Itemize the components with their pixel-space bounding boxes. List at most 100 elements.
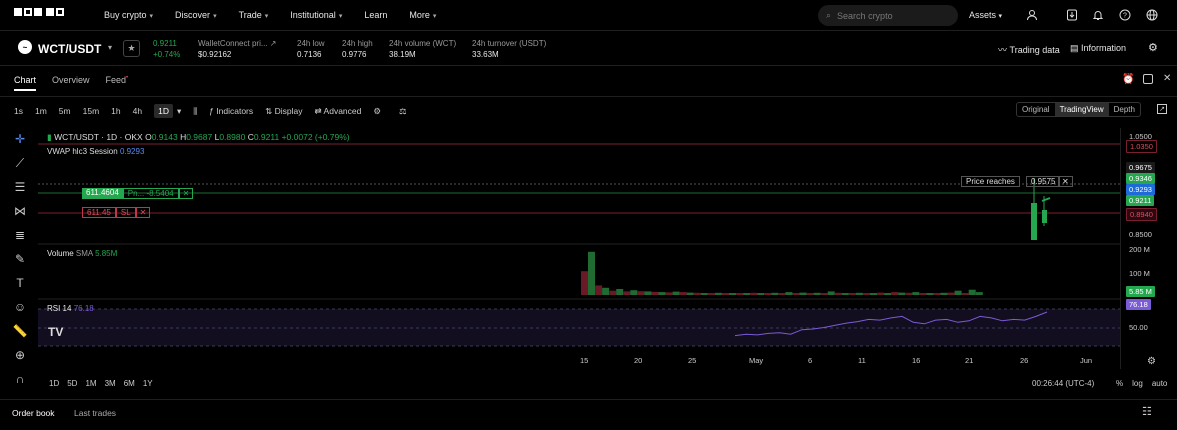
project-info-block[interactable]: WalletConnect pri... ↗ $0.92162 [198, 38, 276, 60]
globe-icon[interactable] [1145, 8, 1159, 22]
interval-15m[interactable]: 15m [83, 106, 100, 116]
brush-icon[interactable]: ✎ [15, 252, 25, 267]
magnet-icon[interactable]: ∩ [16, 372, 25, 387]
information-button[interactable]: ▤ Information [1070, 43, 1126, 54]
pair-selector[interactable]: WCT/USDT [38, 42, 101, 56]
help-icon[interactable]: ? [1118, 8, 1132, 22]
mode-original[interactable]: Original [1017, 103, 1055, 116]
gear-icon[interactable]: ⚙ [373, 106, 381, 117]
nav-institutional[interactable]: Institutional ▾ [290, 10, 342, 20]
interval-1d[interactable]: 1D [154, 104, 173, 118]
low-block: 24h low 0.7136 [297, 38, 325, 60]
favorite-star-button[interactable]: ★ [123, 40, 140, 57]
nav-learn[interactable]: Learn [364, 10, 387, 20]
emoji-icon[interactable]: ☺ [14, 300, 26, 315]
zoom-in-icon[interactable]: ⊕ [15, 348, 25, 363]
chevron-down-icon[interactable]: ▾ [108, 43, 112, 52]
nav-trade[interactable]: Trade ▾ [239, 10, 269, 20]
vwap-tag: 0.9293 [1126, 184, 1155, 195]
pattern-icon[interactable]: ⋈ [14, 204, 26, 219]
close-icon[interactable]: ✕ [135, 207, 151, 218]
assets-menu[interactable]: Assets ▾ [969, 10, 1002, 20]
close-icon[interactable]: ✕ [1058, 176, 1073, 187]
tab-chart[interactable]: Chart [14, 75, 37, 91]
trendline-icon[interactable]: ⟋ [16, 156, 24, 171]
chart-line-icon: 〰 [998, 45, 1008, 55]
search-input[interactable]: ⌕ Search crypto [818, 5, 958, 26]
last-price-tag: 0.9211 [1126, 195, 1155, 206]
trading-data-button[interactable]: 〰 Trading data [998, 43, 1060, 56]
range-3m[interactable]: 3M [105, 379, 116, 388]
range-1m[interactable]: 1M [85, 379, 96, 388]
nav-buy-crypto[interactable]: Buy crypto ▾ [104, 10, 153, 20]
scale-percent[interactable]: % [1116, 379, 1123, 388]
candle-type-icon[interactable]: ⫼ [193, 106, 197, 117]
nav-discover[interactable]: Discover ▾ [175, 10, 217, 20]
chart-toolbar: 1s 1m 5m 15m 1h 4h 1D ▾ ⫼ ƒ Indicators ⇅… [14, 104, 407, 118]
x-tick: 25 [688, 356, 697, 365]
expand-icon[interactable]: ↗ [1157, 104, 1167, 114]
volume-bar [848, 293, 856, 295]
range-5d[interactable]: 5D [67, 379, 77, 388]
chevron-down-icon[interactable]: ▾ [177, 106, 181, 117]
tab-overview[interactable]: Overview [52, 75, 90, 85]
last-price: 0.9211 [153, 39, 177, 48]
nav-more[interactable]: More ▾ [409, 10, 436, 20]
scale-options: % log auto [1116, 379, 1167, 388]
mode-tradingview[interactable]: TradingView [1054, 103, 1109, 116]
tab-last-trades[interactable]: Last trades [74, 408, 116, 418]
okx-logo[interactable] [14, 8, 64, 16]
advanced-button[interactable]: ⇄ Advanced [315, 106, 362, 117]
close-icon[interactable]: ✕ [1163, 73, 1171, 84]
ruler-icon[interactable]: 📏 [13, 324, 28, 339]
scale-log[interactable]: log [1132, 379, 1143, 388]
volume-bar [799, 292, 807, 295]
rsi-legend: RSI 14 76.18 [47, 304, 94, 313]
interval-1m[interactable]: 1m [35, 106, 47, 116]
close-icon[interactable]: ✕ [178, 188, 194, 199]
fullscreen-icon[interactable] [1143, 74, 1153, 84]
bottom-tabs [0, 399, 1177, 430]
y-tick: 1.0350 [1126, 140, 1157, 153]
indicators-button[interactable]: ƒ Indicators [209, 106, 253, 116]
range-1y[interactable]: 1Y [143, 379, 153, 388]
filter-icon[interactable]: ☷ [1142, 405, 1152, 418]
indicators-icon: ƒ [209, 106, 214, 116]
volume-bar [707, 293, 715, 295]
take-profit-order[interactable]: 611.4604 Pn... -8.5404 ✕ [82, 188, 194, 199]
volume-bar [764, 293, 772, 295]
mode-depth[interactable]: Depth [1109, 103, 1140, 116]
price-alert-box[interactable]: Price reaches [961, 176, 1020, 187]
stop-loss-order[interactable]: 611.45 SL ✕ [82, 207, 151, 218]
scale-auto[interactable]: auto [1152, 379, 1168, 388]
clock[interactable]: 00:26:44 (UTC-4) [1032, 379, 1094, 388]
scale-icon[interactable]: ⚖ [399, 106, 407, 117]
text-icon[interactable]: T [16, 276, 23, 291]
range-1d[interactable]: 1D [49, 379, 59, 388]
tab-feed[interactable]: Feed• [106, 75, 129, 85]
tp-value: 611.4604 [82, 188, 123, 199]
price-axis[interactable]: 1.0500 1.0350 0.9675 0.9346 0.9293 0.921… [1120, 128, 1177, 369]
fib-icon[interactable]: ≣ [15, 228, 25, 243]
interval-5m[interactable]: 5m [59, 106, 71, 116]
tab-order-book[interactable]: Order book [12, 408, 55, 418]
display-button[interactable]: ⇅ Display [265, 106, 302, 117]
time-axis[interactable]: 15 20 25 May 6 11 16 21 26 Jun [38, 356, 1120, 368]
interval-4h[interactable]: 4h [133, 106, 142, 116]
crosshair-icon[interactable]: ✛ [15, 132, 25, 147]
price-chart[interactable]: TV [38, 128, 1120, 369]
download-icon[interactable] [1065, 8, 1079, 22]
y-tick: 0.8500 [1129, 230, 1152, 239]
user-icon[interactable] [1025, 8, 1039, 22]
horizontal-lines-icon[interactable]: ☰ [15, 180, 26, 195]
main-nav: Buy crypto ▾ Discover ▾ Trade ▾ Institution… [104, 10, 436, 20]
gear-icon[interactable]: ⚙ [1148, 41, 1158, 54]
alert-icon[interactable]: ⏰ [1122, 74, 1134, 85]
interval-1h[interactable]: 1h [111, 106, 120, 116]
interval-1s[interactable]: 1s [14, 106, 23, 116]
gear-icon[interactable]: ⚙ [1147, 356, 1156, 367]
volume-bar [968, 289, 976, 295]
bell-icon[interactable] [1091, 8, 1105, 22]
volume-bar [813, 292, 821, 295]
range-6m[interactable]: 6M [124, 379, 135, 388]
